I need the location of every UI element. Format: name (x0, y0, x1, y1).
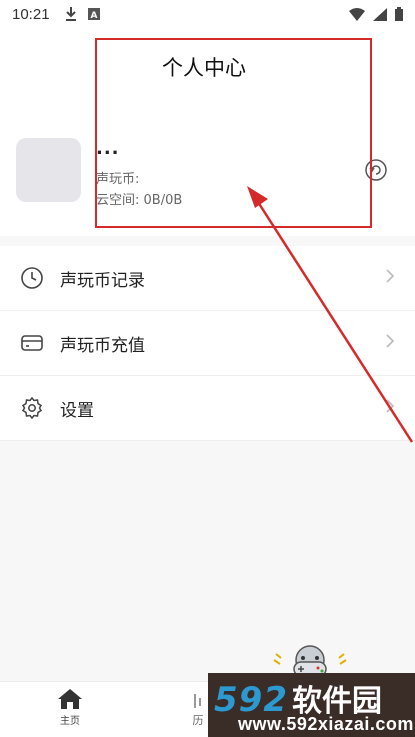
card-icon (20, 331, 44, 355)
svg-text:A: A (90, 11, 97, 20)
battery-icon (395, 7, 403, 21)
user-name: ... (96, 138, 120, 159)
download-icon (65, 7, 76, 21)
nav-home-label: 主页 (60, 716, 80, 727)
gear-icon (20, 396, 44, 420)
menu-item-coin-records[interactable]: 声玩币记录 (0, 246, 415, 311)
nav-history[interactable]: 历 (188, 692, 208, 728)
menu-item-label: 声玩币记录 (60, 270, 145, 291)
status-time: 10:21 (12, 5, 50, 23)
menu-item-label: 设置 (60, 400, 94, 421)
menu-list: 声玩币记录 声玩币充值 设置 (0, 246, 415, 441)
avatar[interactable] (16, 138, 81, 202)
clock-icon (20, 266, 44, 290)
menu-item-coin-recharge[interactable]: 声玩币充值 (0, 311, 415, 376)
status-bar: 10:21 A (0, 0, 415, 28)
chevron-right-icon (386, 399, 395, 413)
history-icon (194, 694, 201, 708)
refresh-button[interactable] (364, 158, 388, 182)
chevron-right-icon (386, 334, 395, 348)
chevron-right-icon (386, 269, 395, 283)
nav-home[interactable]: 主页 (40, 688, 100, 727)
menu-item-label: 声玩币充值 (60, 335, 145, 356)
home-icon (58, 689, 82, 709)
signal-icon (373, 7, 387, 21)
a-badge-icon: A (87, 8, 100, 20)
wifi-icon (349, 7, 365, 21)
refresh-icon (365, 159, 387, 181)
watermark-url: www.592xiazai.com (238, 714, 414, 734)
coin-balance: 声玩币: (96, 172, 140, 187)
page-title: 个人中心 (162, 56, 246, 80)
cloud-space: 云空间: 0B/0B (96, 193, 183, 208)
menu-item-settings[interactable]: 设置 (0, 376, 415, 441)
nav-history-label: 历 (192, 714, 204, 727)
